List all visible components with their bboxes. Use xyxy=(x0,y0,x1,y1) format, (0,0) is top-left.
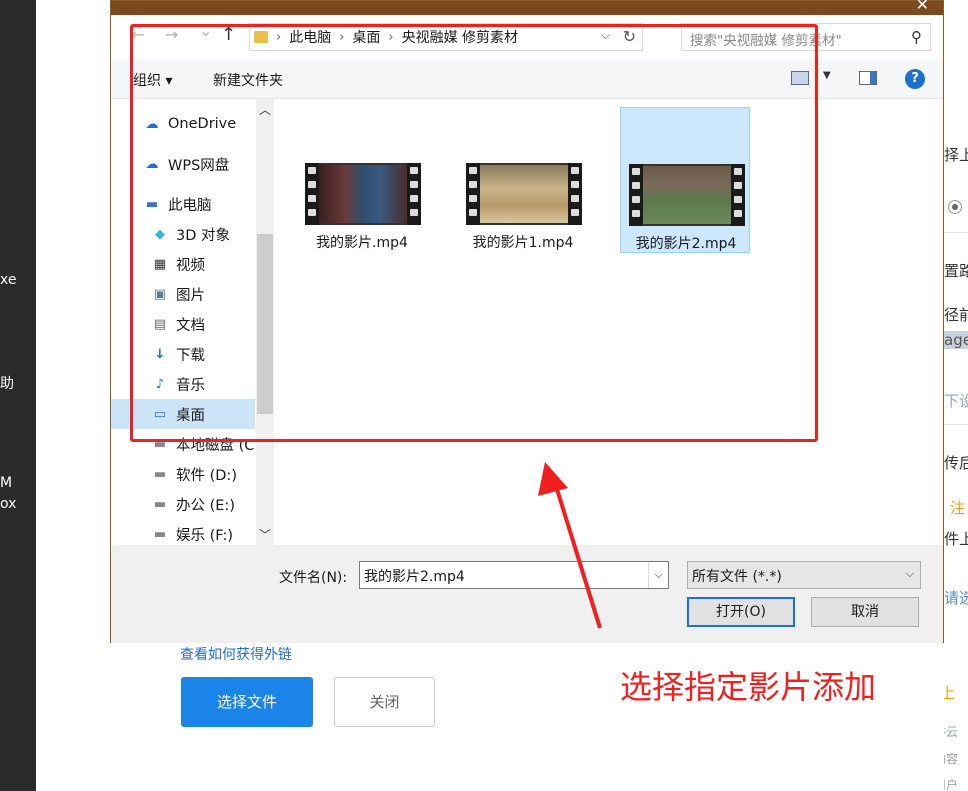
chevron-down-icon[interactable]: ⌵ xyxy=(648,562,668,588)
left-strip-text: ox xyxy=(0,496,17,512)
sidebar-item-label: 软件 (D:) xyxy=(176,467,237,484)
right-bg-text: 请选 xyxy=(944,589,968,607)
sidebar-item-label: 娱乐 (F:) xyxy=(176,527,234,544)
right-bg-text: 置路 xyxy=(944,262,968,280)
right-bg-text: 择上 xyxy=(944,146,968,164)
right-bg-text: 的用户 xyxy=(944,778,959,791)
right-bg-text: 件上 xyxy=(944,530,968,548)
search-icon[interactable]: ⚲ xyxy=(911,28,922,46)
right-bg-text: age/ xyxy=(944,331,968,349)
left-strip-text: xe xyxy=(0,272,17,288)
filename-input[interactable]: 我的影片2.mp4 xyxy=(359,561,669,589)
chevron-down-icon: ⌵ xyxy=(905,567,914,580)
divider xyxy=(944,232,968,233)
background-right-page: 择上 置路 径前 age/ 下设 传后 注 件上 请选 ⚠ 上 七牛云 权内容 … xyxy=(944,0,968,791)
filename-label: 文件名(N): xyxy=(279,570,348,586)
annotation-arrow-icon xyxy=(538,462,602,629)
drive-icon: ▬ xyxy=(153,496,167,512)
radio-icon xyxy=(948,200,962,214)
right-bg-text: 注 xyxy=(950,499,966,517)
dialog-titlebar: ✕ xyxy=(111,0,943,15)
chevron-down-icon[interactable]: ﹀ xyxy=(259,526,271,543)
right-bg-text: 下设 xyxy=(944,392,968,410)
close-icon[interactable]: ✕ xyxy=(916,0,929,14)
divider xyxy=(944,424,968,425)
choose-file-button[interactable]: 选择文件 xyxy=(181,677,313,727)
sidebar-item-drive-d[interactable]: ▬ 软件 (D:) xyxy=(111,459,255,489)
right-bg-text: 七牛云 xyxy=(944,725,959,739)
right-bg-text: 传后 xyxy=(944,454,968,472)
preview-pane-icon[interactable] xyxy=(859,71,877,85)
close-button[interactable]: 关闭 xyxy=(334,677,435,727)
filetype-value: 所有文件 (*.*) xyxy=(692,569,782,585)
background-left-strip: xe 助 M ox xyxy=(0,0,36,791)
filetype-select[interactable]: 所有文件 (*.*) ⌵ xyxy=(687,561,921,589)
cancel-button[interactable]: 取消 xyxy=(811,597,919,627)
annotation-highlight-box xyxy=(130,24,818,442)
sidebar-item-label: 办公 (E:) xyxy=(176,497,235,514)
chevron-down-icon[interactable]: ▼ xyxy=(823,70,831,81)
annotation-text: 选择指定影片添加 xyxy=(620,668,877,706)
right-bg-text: 径前 xyxy=(944,306,968,324)
drive-icon: ▬ xyxy=(153,526,167,542)
left-strip-text: M xyxy=(0,475,13,491)
right-bg-text: ⚠ 上 xyxy=(944,684,956,702)
external-link-help[interactable]: 查看如何获得外链 xyxy=(180,644,292,664)
left-strip-text: 助 xyxy=(0,376,14,392)
sidebar-item-drive-f[interactable]: ▬ 娱乐 (F:) xyxy=(111,519,255,545)
sidebar-item-drive-e[interactable]: ▬ 办公 (E:) xyxy=(111,489,255,519)
help-icon[interactable]: ? xyxy=(905,69,925,89)
drive-icon: ▬ xyxy=(153,466,167,482)
open-button[interactable]: 打开(O) xyxy=(687,597,795,627)
right-bg-text: 权内容 xyxy=(944,752,959,766)
